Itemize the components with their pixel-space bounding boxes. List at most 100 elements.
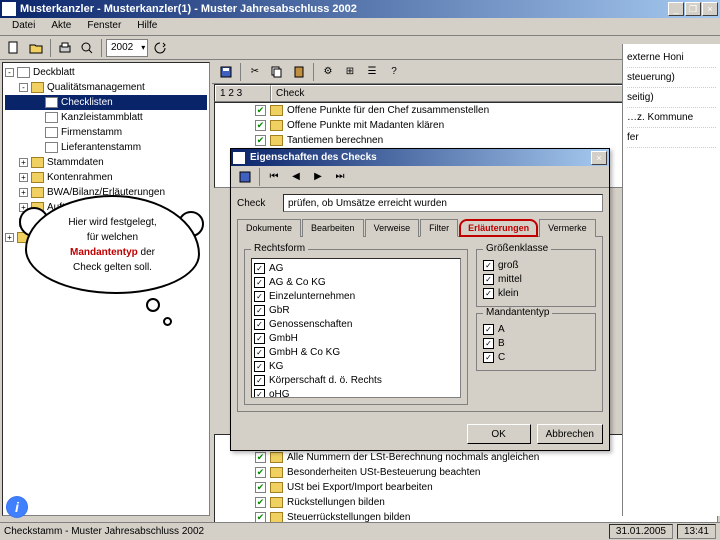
statusbar: Checkstamm - Muster Jahresabschluss 2002… [0,522,720,540]
refresh-icon[interactable] [150,38,170,58]
menu-akte[interactable]: Akte [43,18,79,35]
checkbox-icon[interactable]: ✓ [254,375,265,386]
tree-node[interactable]: +Kontenrahmen [5,170,207,185]
checkbox-icon[interactable]: ✓ [254,277,265,288]
folder-icon [31,157,44,168]
dialog-close-button[interactable]: × [591,151,607,165]
rechtsform-item[interactable]: ✓AG [254,261,458,275]
checkbox-icon[interactable]: ✓ [483,288,494,299]
tool-icon[interactable]: ⚙ [318,62,338,82]
folder-icon [31,82,44,93]
check-input[interactable] [283,194,603,212]
tab-dokumente[interactable]: Dokumente [237,219,301,237]
app-icon [2,2,16,16]
tab-verweise[interactable]: Verweise [365,219,420,237]
tab-vermerke[interactable]: Vermerke [539,219,596,237]
rechtsform-item[interactable]: ✓Einzelunternehmen [254,289,458,303]
dlg-save-icon[interactable] [235,167,255,187]
expand-icon[interactable]: - [19,83,28,92]
checkbox-icon[interactable]: ✓ [483,324,494,335]
expand-icon[interactable]: - [5,68,14,77]
checkbox-icon[interactable]: ✓ [254,333,265,344]
check-icon[interactable]: ✔ [255,105,266,116]
checkbox-icon[interactable]: ✓ [254,319,265,330]
tab-erläuterungen[interactable]: Erläuterungen [459,219,538,237]
help-icon[interactable]: ? [384,62,404,82]
cancel-button[interactable]: Abbrechen [537,424,603,444]
check-icon[interactable]: ✔ [255,452,266,463]
window-title: Musterkanzler - Musterkanzler(1) - Muste… [20,3,668,15]
checkbox-icon[interactable]: ✓ [483,338,494,349]
tree-node[interactable]: Checklisten [5,95,207,110]
menu-hilfe[interactable]: Hilfe [129,18,165,35]
open-icon[interactable] [26,38,46,58]
year-combo[interactable]: 2002 [106,39,148,57]
expand-icon[interactable]: + [5,233,14,242]
checkbox-icon[interactable]: ✓ [254,291,265,302]
rechtsform-item[interactable]: ✓AG & Co KG [254,275,458,289]
info-icon[interactable]: i [6,496,28,518]
list-icon[interactable]: ☰ [362,62,382,82]
rechtsform-item[interactable]: ✓Genossenschaften [254,317,458,331]
paste-icon[interactable] [289,62,309,82]
mandantentyp-item[interactable]: ✓A [483,322,589,336]
rechtsform-item[interactable]: ✓Körperschaft d. ö. Rechts [254,373,458,387]
tree-icon[interactable]: ⊞ [340,62,360,82]
last-icon[interactable]: ⏭ [330,167,350,187]
rechtsform-list[interactable]: ✓AG✓AG & Co KG✓Einzelunternehmen✓GbR✓Gen… [251,258,461,398]
new-icon[interactable] [4,38,24,58]
groesse-item[interactable]: ✓groß [483,258,589,272]
minimize-button[interactable]: _ [668,2,684,16]
checkbox-icon[interactable]: ✓ [483,260,494,271]
close-button[interactable]: × [702,2,718,16]
print-icon[interactable] [55,38,75,58]
tab-filter[interactable]: Filter [420,219,458,237]
save-icon[interactable] [216,62,236,82]
check-icon[interactable]: ✔ [255,120,266,131]
tree-node[interactable]: +Stammdaten [5,155,207,170]
rechtsform-item[interactable]: ✓GbR [254,303,458,317]
check-icon[interactable]: ✔ [255,467,266,478]
cut-icon[interactable]: ✂ [245,62,265,82]
mandantentyp-group: Mandantentyp ✓A✓B✓C [476,313,596,371]
checkbox-icon[interactable]: ✓ [254,347,265,358]
tree-node[interactable]: Lieferantenstamm [5,140,207,155]
menu-datei[interactable]: Datei [4,18,43,35]
expand-icon[interactable]: + [19,158,28,167]
col-check[interactable]: Check [271,85,667,101]
tree-node[interactable]: Kanzleistammblatt [5,110,207,125]
checkbox-icon[interactable]: ✓ [483,352,494,363]
tree-node[interactable]: -Qualitätsmanagement [5,80,207,95]
checkbox-icon[interactable]: ✓ [254,389,265,399]
ok-button[interactable]: OK [467,424,531,444]
tree-node[interactable]: Firmenstamm [5,125,207,140]
rechtsform-item[interactable]: ✓GmbH & Co KG [254,345,458,359]
rechtsform-item[interactable]: ✓oHG [254,387,458,398]
dialog-titlebar[interactable]: Eigenschaften des Checks × [231,149,609,166]
checkbox-icon[interactable]: ✓ [254,263,265,274]
maximize-button[interactable]: ❐ [685,2,701,16]
expand-icon[interactable]: + [19,173,28,182]
checkbox-icon[interactable]: ✓ [254,361,265,372]
callout-annotation: Hier wird festgelegt, für welchen Mandan… [25,195,200,294]
first-icon[interactable]: ⏮ [264,167,284,187]
tree-node[interactable]: -Deckblatt [5,65,207,80]
preview-icon[interactable] [77,38,97,58]
mandantentyp-item[interactable]: ✓C [483,350,589,364]
groesse-item[interactable]: ✓klein [483,286,589,300]
checkbox-icon[interactable]: ✓ [254,305,265,316]
prev-icon[interactable]: ◀ [286,167,306,187]
checkbox-icon[interactable]: ✓ [483,274,494,285]
next-icon[interactable]: ▶ [308,167,328,187]
check-icon[interactable]: ✔ [255,135,266,146]
tab-bearbeiten[interactable]: Bearbeiten [302,219,364,237]
copy-icon[interactable] [267,62,287,82]
col-num[interactable]: 1 2 3 [215,85,271,101]
mandantentyp-item[interactable]: ✓B [483,336,589,350]
check-icon[interactable]: ✔ [255,482,266,493]
groesse-item[interactable]: ✓mittel [483,272,589,286]
check-icon[interactable]: ✔ [255,497,266,508]
menu-fenster[interactable]: Fenster [79,18,129,35]
rechtsform-item[interactable]: ✓KG [254,359,458,373]
rechtsform-item[interactable]: ✓GmbH [254,331,458,345]
